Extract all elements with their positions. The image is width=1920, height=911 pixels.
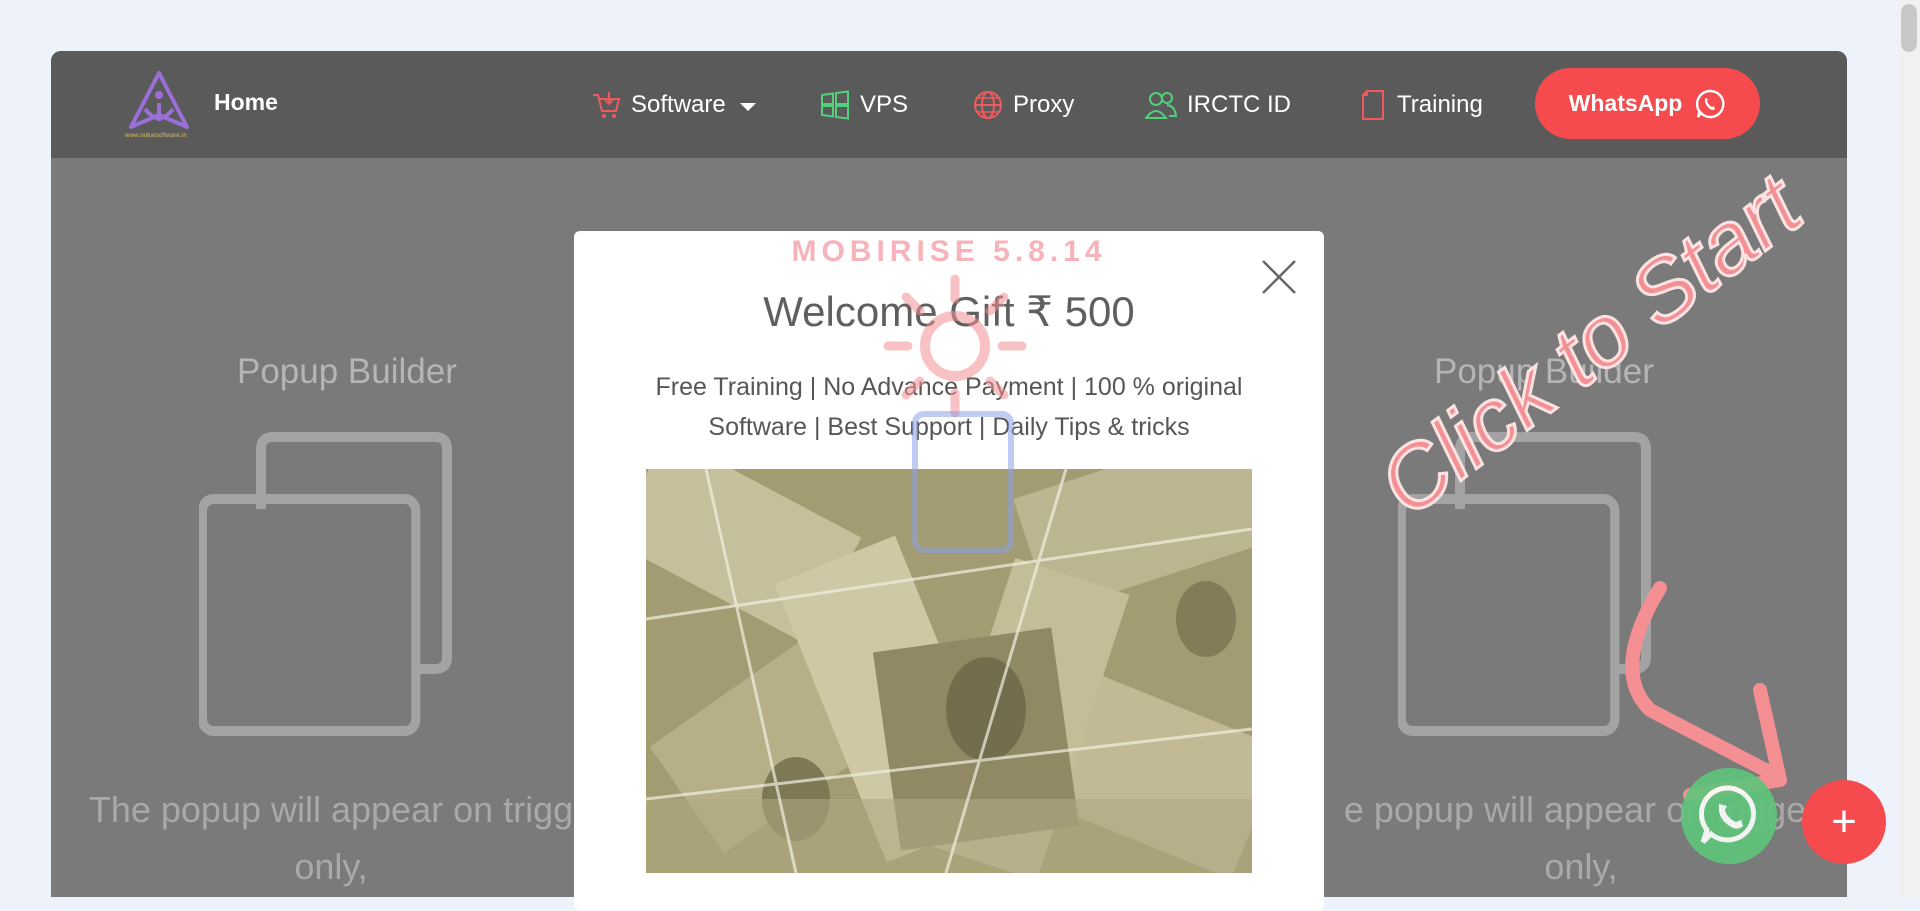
nav-item-software[interactable]: Software (591, 51, 756, 158)
mobirise-watermark: MOBIRISE 5.8.14 (791, 235, 1107, 268)
left-card-text-line-1: The popup will appear on trigg (88, 789, 574, 830)
left-card-text-line-2: only, (294, 846, 368, 887)
nav-home-link[interactable]: Home (214, 89, 278, 116)
nav-label-training: Training (1397, 90, 1483, 118)
brand-logo-icon[interactable] (125, 69, 193, 139)
whatsapp-button[interactable]: WhatsApp (1535, 68, 1760, 139)
windows-icon (821, 89, 849, 120)
scroll-thumb[interactable] (1901, 4, 1917, 52)
nav-item-proxy[interactable]: Proxy (973, 51, 1074, 158)
nav-label-irctc-id: IRCTC ID (1187, 90, 1291, 118)
nav-label-software: Software (631, 90, 726, 118)
logo-tagline: www.tatkalsoftware.in (125, 133, 187, 139)
users-icon (1145, 91, 1177, 119)
left-card-title: Popup Builder (237, 352, 457, 391)
whatsapp-icon (1696, 89, 1725, 118)
globe-icon (974, 90, 1002, 119)
page-scrollbar[interactable] (1898, 0, 1920, 897)
whatsapp-fab-icon (1698, 785, 1757, 844)
floating-plus-button[interactable]: + (1802, 780, 1886, 864)
copy-icon (199, 432, 452, 736)
nav-label-vps: VPS (860, 90, 909, 118)
nav-item-training[interactable]: Training (1361, 51, 1483, 158)
nav-item-irctc-id[interactable]: IRCTC ID (1145, 51, 1291, 158)
nav-label-proxy: Proxy (1013, 90, 1075, 118)
left-card-text: The popup will appear on trigg only, (81, 781, 581, 895)
document-icon (1362, 89, 1384, 120)
whatsapp-button-label: WhatsApp (1568, 90, 1683, 116)
welcome-gift-modal: MOBIRISE 5.8.14 Welcome Gift ₹ 500 Free … (574, 231, 1324, 911)
floating-whatsapp-button[interactable] (1681, 768, 1777, 864)
top-navbar: www.tatkalsoftware.in Home Software VPS (51, 51, 1847, 158)
sun-watermark-icon (883, 274, 1027, 418)
nav-item-vps[interactable]: VPS (820, 51, 908, 158)
phone-watermark-icon (912, 411, 1014, 553)
chevron-down-icon (739, 102, 756, 111)
cart-icon (593, 91, 621, 118)
